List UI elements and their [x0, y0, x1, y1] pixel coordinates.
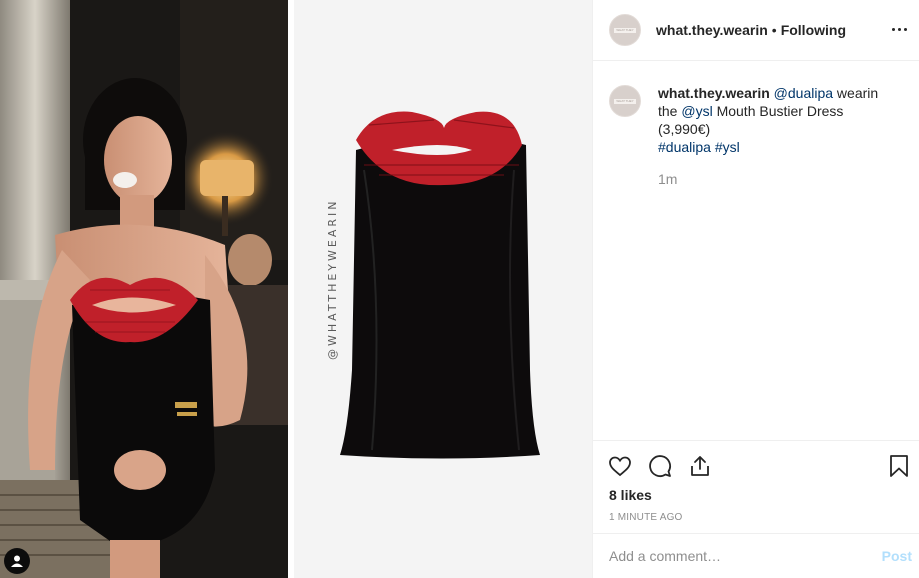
user-tag-icon [11, 555, 23, 567]
post-sidebar: WHAT THEY what.they.wearin • Following W… [592, 0, 919, 578]
post-actions: 8 likes 1 MINUTE AGO [593, 440, 919, 533]
username-link[interactable]: what.they.wearin [656, 22, 768, 38]
following-button[interactable]: Following [781, 22, 846, 38]
comment-bar: Post [593, 533, 919, 578]
more-dot-icon [903, 27, 907, 31]
share-button[interactable] [687, 453, 713, 479]
more-options-button[interactable] [886, 16, 912, 42]
mention-ysl[interactable]: @ysl [681, 103, 712, 119]
separator-dot: • [771, 22, 777, 38]
post-comment-button[interactable]: Post [882, 548, 912, 564]
comment-input[interactable] [609, 548, 882, 564]
instagram-post: @WHATTHEYWEARIN WHAT THEY what.they.wear… [0, 0, 919, 578]
share-icon [691, 456, 709, 476]
user-tag-button[interactable] [4, 548, 30, 574]
caption-avatar[interactable]: WHAT THEY [609, 85, 641, 117]
caption-text: what.they.wearin @dualipa wearin the @ys… [658, 84, 898, 156]
post-header: WHAT THEY what.they.wearin • Following [593, 0, 919, 61]
caption-username[interactable]: what.they.wearin [658, 85, 770, 101]
celebrity-photo-illustration [0, 0, 288, 578]
hashtag-ysl[interactable]: #ysl [715, 139, 740, 155]
heart-icon [609, 456, 631, 477]
bookmark-icon [890, 455, 908, 477]
caption: WHAT THEY what.they.wearin @dualipa wear… [609, 84, 904, 156]
action-icons [607, 453, 713, 479]
watermark-text: @WHATTHEYWEARIN [326, 198, 339, 360]
avatar-logo: WHAT THEY [614, 98, 636, 104]
post-media[interactable]: @WHATTHEYWEARIN [0, 0, 592, 578]
celebrity-photo [0, 0, 288, 578]
like-button[interactable] [607, 453, 633, 479]
comment-button[interactable] [647, 453, 673, 479]
comments-area: WHAT THEY what.they.wearin @dualipa wear… [593, 62, 919, 440]
comment-icon [649, 455, 671, 477]
post-timestamp[interactable]: 1 MINUTE AGO [609, 512, 683, 523]
avatar-logo: WHAT THEY [614, 27, 636, 33]
mention-dualipa[interactable]: @dualipa [774, 85, 833, 101]
likes-count[interactable]: 8 likes [609, 487, 652, 503]
save-button[interactable] [886, 453, 912, 479]
more-dot-icon [897, 27, 901, 31]
hashtag-dualipa[interactable]: #dualipa [658, 139, 711, 155]
avatar[interactable]: WHAT THEY [609, 14, 641, 46]
caption-time: 1m [658, 171, 678, 187]
more-dot-icon [891, 27, 895, 31]
